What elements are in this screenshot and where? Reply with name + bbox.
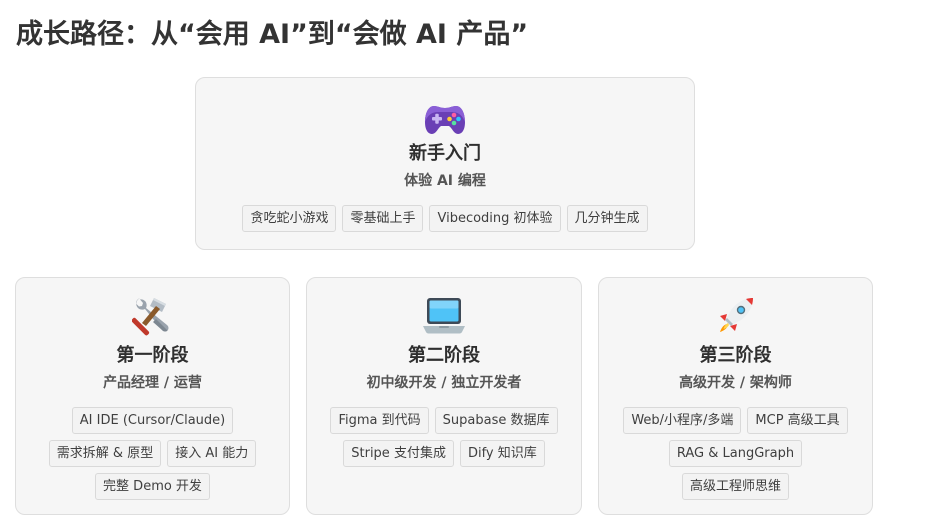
tag: Dify 知识库 [459, 440, 545, 467]
stage-2-card: 第二阶段 初中级开发 / 独立开发者 Figma 到代码 Supabase 数据… [306, 277, 582, 515]
intro-title: 新手入门 [409, 143, 481, 164]
tag: 接入 AI 能力 [167, 440, 257, 467]
intro-tags: 贪吃蛇小游戏 零基础上手 Vibecoding 初体验 几分钟生成 [196, 205, 694, 232]
stage-2-title: 第二阶段 [408, 345, 480, 366]
tag: 零基础上手 [342, 205, 424, 232]
tag: Vibecoding 初体验 [429, 205, 561, 232]
tag: 贪吃蛇小游戏 [242, 205, 337, 232]
tag: 几分钟生成 [566, 205, 648, 232]
stage-2-tags: Figma 到代码 Supabase 数据库 Stripe 支付集成 Dify … [307, 407, 581, 467]
stage-1-card: 第一阶段 产品经理 / 运营 AI IDE (Cursor/Claude) 需求… [15, 277, 290, 515]
stage-3-card: 第三阶段 高级开发 / 架构师 Web/小程序/多端 MCP 高级工具 RAG … [598, 277, 873, 515]
stage-3-title: 第三阶段 [699, 345, 772, 366]
page-title: 成长路径：从“会用 AI”到“会做 AI 产品” [16, 19, 529, 50]
tag: AI IDE (Cursor/Claude) [71, 407, 234, 434]
tag: RAG & LangGraph [668, 440, 803, 467]
tag: Figma 到代码 [330, 407, 429, 434]
stage-2-subtitle: 初中级开发 / 独立开发者 [366, 375, 522, 391]
tag: MCP 高级工具 [747, 407, 848, 434]
tag: Web/小程序/多端 [623, 407, 742, 434]
tag: Supabase 数据库 [434, 407, 558, 434]
stage-3-subtitle: 高级开发 / 架构师 [679, 375, 792, 391]
laptop-icon [423, 298, 465, 334]
stage-1-tags: AI IDE (Cursor/Claude) 需求拆解 & 原型 接入 AI 能… [16, 407, 289, 500]
tag: 完整 Demo 开发 [95, 473, 210, 500]
tag: 需求拆解 & 原型 [48, 440, 162, 467]
stage-1-title: 第一阶段 [116, 345, 189, 366]
rocket-icon [719, 298, 753, 332]
tools-icon [131, 298, 169, 336]
intro-subtitle: 体验 AI 编程 [404, 173, 486, 189]
stage-3-tags: Web/小程序/多端 MCP 高级工具 RAG & LangGraph 高级工程… [599, 407, 872, 500]
tag: 高级工程师思维 [681, 473, 789, 500]
tag: Stripe 支付集成 [343, 440, 454, 467]
intro-card: 新手入门 体验 AI 编程 贪吃蛇小游戏 零基础上手 Vibecoding 初体… [195, 77, 695, 250]
gamepad-icon [425, 106, 465, 134]
stage-1-subtitle: 产品经理 / 运营 [103, 375, 202, 391]
